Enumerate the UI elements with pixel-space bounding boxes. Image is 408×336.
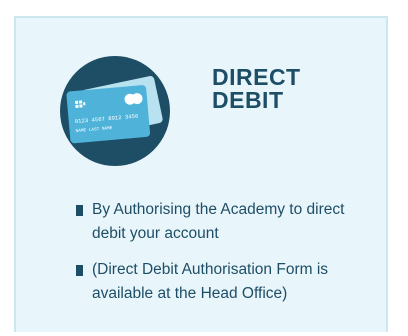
list-item: By Authorising the Academy to direct deb… bbox=[76, 198, 376, 246]
bullet-square-icon bbox=[76, 265, 83, 276]
bullet-square-icon bbox=[76, 205, 83, 216]
payment-method-list: By Authorising the Academy to direct deb… bbox=[76, 198, 376, 318]
credit-card-icon: 0123 4567 8912 3456 NAME LAST NAME bbox=[60, 56, 170, 166]
list-item: (Direct Debit Authorisation Form is avai… bbox=[76, 258, 376, 306]
title-line-2: DEBIT bbox=[212, 87, 284, 113]
section-title: DIRECT DEBIT bbox=[212, 66, 352, 112]
direct-debit-card: 0123 4567 8912 3456 NAME LAST NAME DIREC… bbox=[14, 16, 388, 332]
list-item-text: (Direct Debit Authorisation Form is avai… bbox=[92, 261, 329, 302]
list-item-text: By Authorising the Academy to direct deb… bbox=[92, 201, 345, 242]
